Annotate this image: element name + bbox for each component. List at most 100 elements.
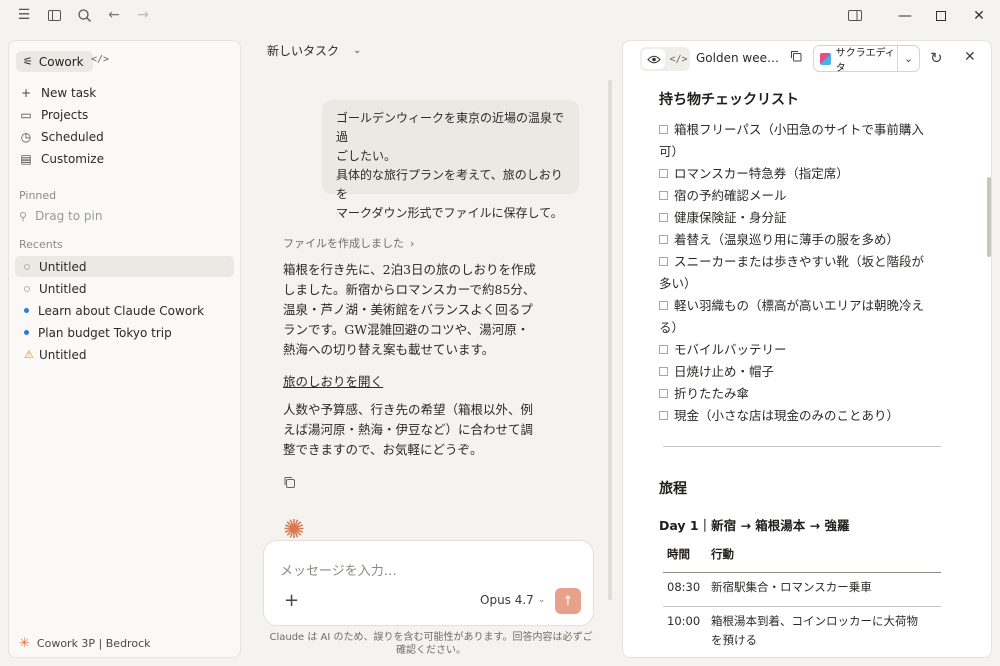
refresh-icon[interactable]: ↻: [930, 49, 943, 67]
open-in-app-label-group[interactable]: サクラエディタ: [814, 46, 898, 74]
copy-icon[interactable]: [283, 476, 296, 492]
checklist-item: スニーカーまたは歩きやすい靴（坂と階段が: [659, 251, 924, 273]
recents-label: Recents: [19, 238, 63, 251]
sidebar-footer[interactable]: ✳ Cowork 3P | Bedrock: [19, 636, 151, 651]
footer-label: Cowork 3P | Bedrock: [36, 637, 151, 650]
checklist-item-cont: 多い）: [659, 273, 697, 295]
document-body: 持ち物チェックリスト 箱根フリーパス（小田急のサイトで事前購入 可） ロマンスカ…: [659, 89, 949, 647]
model-selector[interactable]: Opus 4.7 ⌄: [480, 593, 545, 607]
recent-item[interactable]: Plan budget Tokyo trip: [15, 322, 234, 343]
document-title: Golden wee…: [696, 51, 779, 65]
nav-customize[interactable]: ▤ Customize: [19, 150, 104, 168]
forward-arrow-icon[interactable]: →: [131, 3, 155, 27]
nav-label: Customize: [41, 152, 104, 166]
pin-icon: ⚲: [19, 209, 28, 223]
checklist-item: 現金（小さな店は現金のみのことあり）: [659, 405, 899, 427]
checkbox-icon[interactable]: [659, 345, 668, 354]
checklist-text: スニーカーまたは歩きやすい靴（坂と階段が: [674, 254, 925, 269]
send-button[interactable]: ↑: [555, 588, 581, 614]
attach-plus-icon[interactable]: +: [284, 590, 299, 611]
checklist-heading: 持ち物チェックリスト: [659, 92, 799, 108]
checklist-text: 現金（小さな店は現金のみのことあり）: [674, 408, 900, 423]
table-cell-time: 08:30: [667, 580, 701, 594]
chevron-down-icon: ⌄: [353, 45, 362, 56]
checkbox-icon[interactable]: [659, 411, 668, 420]
nav-scheduled[interactable]: ◷ Scheduled: [19, 128, 104, 146]
sakura-editor-icon: [820, 52, 831, 65]
open-itinerary-link[interactable]: 旅のしおりを開く: [283, 371, 383, 390]
checklist-text: 軽い羽織もの（標高が高いエリアは朝晩冷え: [674, 298, 925, 313]
nav-new-task[interactable]: + New task: [19, 84, 96, 102]
briefcase-icon: ▤: [20, 152, 32, 166]
checklist-text: 折りたたみ傘: [674, 386, 750, 401]
checklist-item: 日焼け止め・帽子: [659, 361, 774, 383]
code-mode-icon[interactable]: </>: [91, 54, 109, 65]
view-mode-toggle[interactable]: </>: [640, 47, 690, 71]
table-cell-action-cont: を預ける: [711, 633, 757, 647]
checkbox-icon[interactable]: [659, 235, 668, 244]
chevron-right-icon: ›: [410, 236, 415, 250]
task-title: 新しいタスク: [267, 44, 340, 58]
checklist-text: 健康保険証・身分証: [674, 210, 787, 225]
drag-to-pin-label: Drag to pin: [35, 209, 103, 223]
checkbox-icon[interactable]: [659, 125, 668, 134]
checkbox-icon[interactable]: [659, 301, 668, 310]
status-unread-icon: [24, 308, 29, 313]
copy-file-icon[interactable]: [790, 50, 802, 66]
checklist-item: 軽い羽織もの（標高が高いエリアは朝晩冷え: [659, 295, 924, 317]
plus-icon: +: [20, 86, 32, 100]
checklist-text: 着替え（温泉巡り用に薄手の服を多め）: [674, 232, 900, 247]
message-input[interactable]: メッセージを入力…: [280, 560, 397, 579]
cowork-icon: ⚟: [23, 55, 33, 68]
checklist-item: 箱根フリーパス（小田急のサイトで事前購入: [659, 119, 924, 141]
model-label: Opus 4.7: [480, 593, 534, 607]
checkbox-icon[interactable]: [659, 257, 668, 266]
back-arrow-icon[interactable]: ←: [102, 3, 126, 27]
status-idle-icon: [24, 263, 30, 270]
recent-label: Plan budget Tokyo trip: [38, 325, 172, 340]
task-title-dropdown[interactable]: 新しいタスク ⌄: [267, 42, 361, 59]
assistant-reply-2: 人数や予算感、行き先の希望（箱根以外、例 えば湯河原・熱海・伊豆など）に合わせて…: [283, 400, 563, 460]
message-composer: メッセージを入力… + Opus 4.7 ⌄ ↑: [263, 540, 594, 626]
checklist-item: 健康保険証・身分証: [659, 207, 787, 229]
table-cell-action: 新宿駅集合・ロマンスカー乗車: [711, 580, 872, 594]
close-window-icon[interactable]: ✕: [956, 0, 1000, 32]
checkbox-icon[interactable]: [659, 169, 668, 178]
sidebar-toggle-icon[interactable]: [42, 3, 66, 27]
checklist-item: 折りたたみ傘: [659, 383, 749, 405]
status-idle-icon: [24, 285, 30, 292]
checkbox-icon[interactable]: [659, 213, 668, 222]
recent-item[interactable]: Learn about Claude Cowork: [15, 300, 234, 321]
code-view-icon[interactable]: </>: [667, 47, 690, 71]
day1-heading: Day 1｜新宿 → 箱根湯本 → 強羅: [659, 518, 850, 533]
cowork-label: Cowork: [38, 54, 84, 69]
nav-label: Scheduled: [41, 130, 104, 144]
recent-item[interactable]: ⚠ Untitled: [15, 344, 234, 365]
chevron-down-icon[interactable]: ⌄: [898, 52, 919, 65]
search-icon[interactable]: [72, 3, 96, 27]
reply-line: 箱根を行き先に、2泊3日の旅のしおりを作成: [283, 262, 537, 277]
open-in-app-label: サクラエディタ: [835, 47, 895, 74]
file-created-toggle[interactable]: ファイルを作成しました ›: [283, 235, 414, 251]
checklist-text: 日焼け止め・帽子: [674, 364, 775, 379]
menu-icon[interactable]: ☰: [12, 3, 36, 27]
close-panel-icon[interactable]: ✕: [964, 49, 976, 65]
checkbox-icon[interactable]: [659, 389, 668, 398]
panel-toggle-icon[interactable]: [843, 3, 867, 27]
recent-item[interactable]: Untitled: [15, 278, 234, 299]
checkbox-icon[interactable]: [659, 191, 668, 200]
eye-icon[interactable]: [642, 49, 665, 69]
nav-projects[interactable]: ▭ Projects: [19, 106, 88, 124]
checkbox-icon[interactable]: [659, 367, 668, 376]
chat-scrollbar[interactable]: [608, 80, 612, 600]
table-header-time: 時間: [667, 547, 690, 561]
nav-label: New task: [41, 86, 97, 100]
pinned-label: Pinned: [19, 189, 57, 202]
cowork-mode-button[interactable]: ⚟ Cowork: [16, 51, 93, 72]
user-message: ゴールデンウィークを東京の近場の温泉で過 ごしたい。 具体的な旅行プランを考えて…: [322, 100, 579, 220]
panel-scrollbar[interactable]: [987, 177, 991, 257]
table-cell-time: 10:00: [667, 614, 701, 628]
open-in-app-button[interactable]: サクラエディタ ⌄: [813, 45, 920, 74]
recent-item[interactable]: Untitled: [15, 256, 234, 277]
table-row-rule: [663, 606, 941, 607]
